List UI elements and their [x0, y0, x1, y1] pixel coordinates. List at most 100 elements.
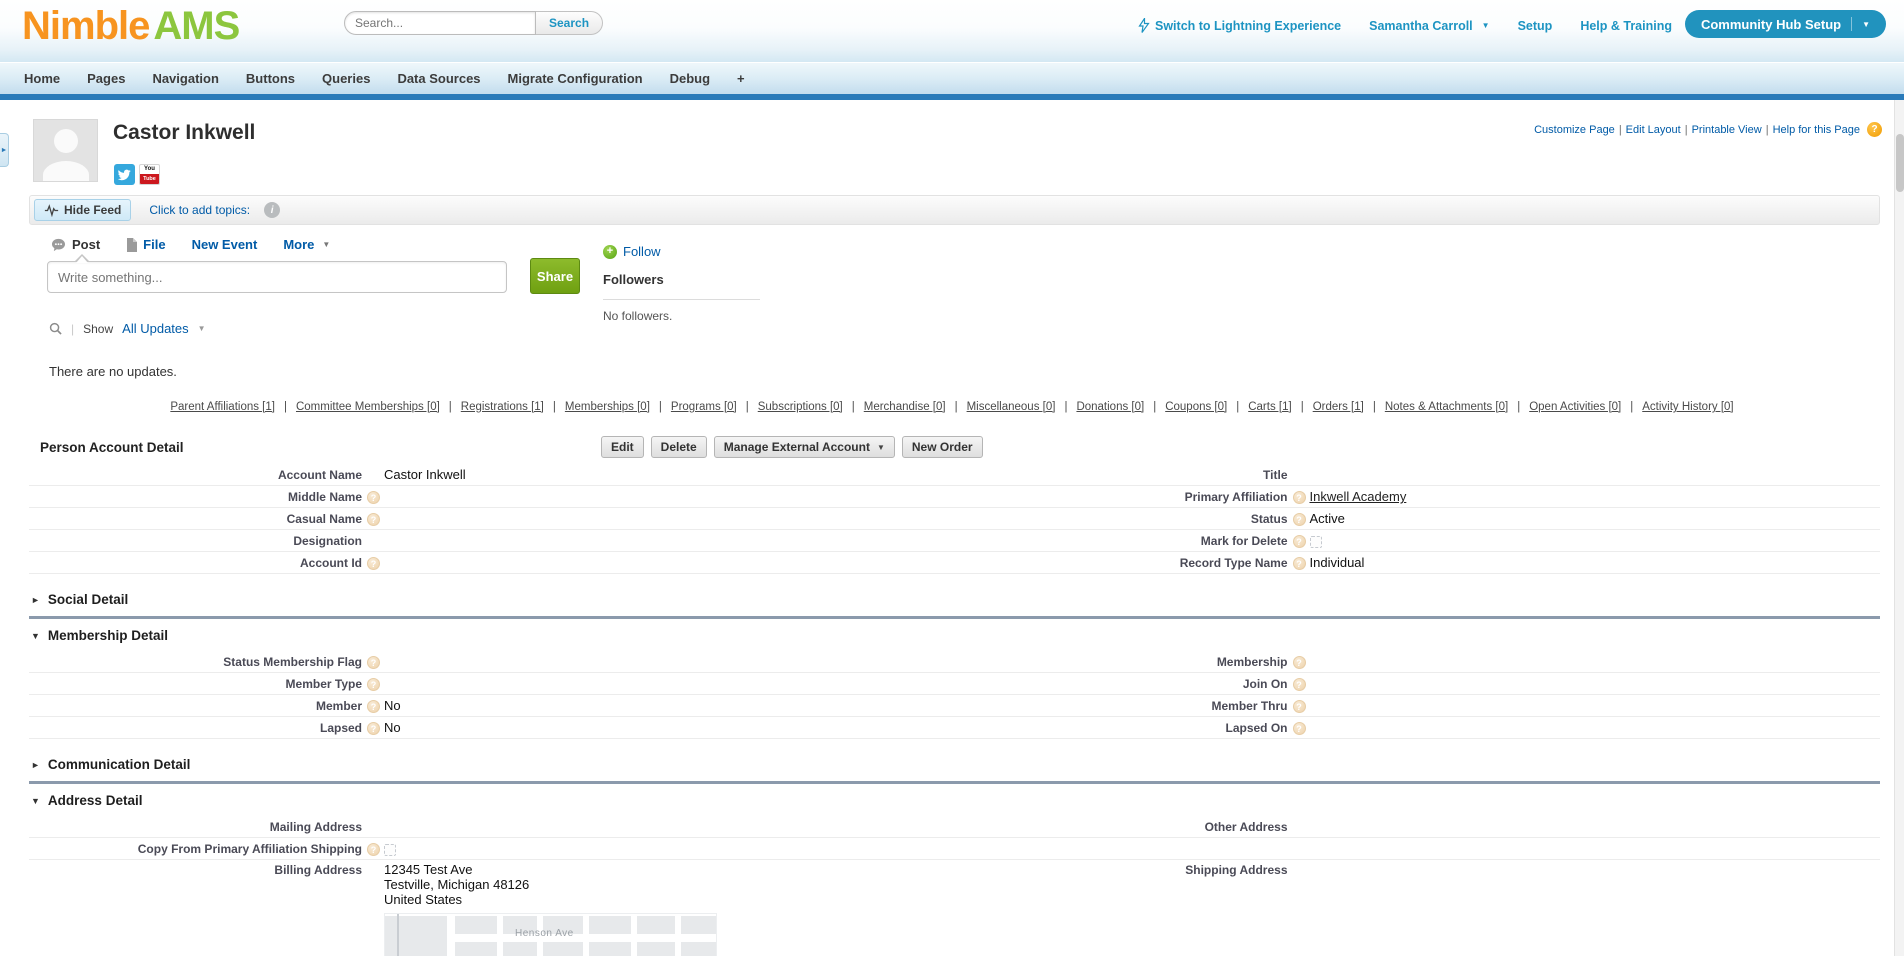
app-tab-pages[interactable]: Pages [87, 71, 125, 86]
section-header-social-detail[interactable]: ►Social Detail [31, 592, 1880, 607]
field-help-icon[interactable]: ? [367, 491, 380, 504]
field-help-icon[interactable]: ? [1293, 656, 1306, 669]
field-label-cell: Status? [955, 511, 1307, 527]
hide-feed-button[interactable]: Hide Feed [34, 199, 131, 221]
edit-button[interactable]: Edit [601, 436, 644, 458]
tab-new-event[interactable]: New Event [192, 237, 258, 252]
feed-filter-select[interactable]: All Updates [122, 321, 188, 336]
page-action-customize-page[interactable]: Customize Page [1534, 124, 1615, 136]
tab-file[interactable]: File [126, 237, 165, 252]
field-label-cell: Primary Affiliation? [955, 489, 1307, 505]
app-tab-buttons[interactable]: Buttons [246, 71, 295, 86]
scrollbar-thumb[interactable] [1896, 134, 1904, 192]
new-order-button[interactable]: New Order [902, 436, 983, 458]
field [955, 838, 1881, 859]
page-action-help-for-this-page[interactable]: Help for this Page [1773, 124, 1860, 136]
search-input[interactable] [344, 11, 536, 35]
user-menu[interactable]: Samantha Carroll ▼ [1369, 19, 1489, 33]
help-training-link[interactable]: Help & Training [1580, 19, 1672, 33]
share-button[interactable]: Share [530, 258, 580, 294]
sidebar-collapse-handle[interactable]: ► [0, 133, 9, 167]
delete-button[interactable]: Delete [651, 436, 707, 458]
vertical-scrollbar[interactable] [1894, 100, 1904, 956]
field-help-icon[interactable]: ? [1293, 722, 1306, 735]
header-links: Switch to Lightning Experience Samantha … [1138, 18, 1672, 33]
related-link-orders[interactable]: Orders [1] [1313, 401, 1364, 413]
tab-post[interactable]: Post [51, 237, 100, 252]
tab-more[interactable]: More ▼ [283, 237, 330, 252]
related-link-open-activities[interactable]: Open Activities [0] [1529, 401, 1621, 413]
separator: | [659, 401, 662, 413]
section-divider-bar [29, 616, 1880, 619]
related-link-miscellaneous[interactable]: Miscellaneous [0] [967, 401, 1056, 413]
related-link-parent-affiliations[interactable]: Parent Affiliations [1] [170, 401, 275, 413]
app-tab-queries[interactable]: Queries [322, 71, 370, 86]
detail-row: DesignationMark for Delete? [29, 530, 1880, 552]
app-tab-home[interactable]: Home [24, 71, 60, 86]
app-tab-debug[interactable]: Debug [670, 71, 710, 86]
youtube-icon[interactable]: You Tube [139, 164, 160, 185]
setup-link[interactable]: Setup [1518, 19, 1553, 33]
chevron-down-icon: ▼ [1862, 20, 1870, 29]
post-composer-input[interactable] [48, 262, 506, 292]
record-avatar[interactable] [33, 119, 98, 182]
app-tab-migrate-configuration[interactable]: Migrate Configuration [508, 71, 643, 86]
follow-link[interactable]: + Follow [603, 244, 760, 259]
help-slot: ? [362, 489, 381, 505]
section-header-communication-detail[interactable]: ►Communication Detail [31, 757, 1880, 772]
twitter-icon[interactable] [114, 164, 135, 185]
page-action-printable-view[interactable]: Printable View [1692, 124, 1762, 136]
related-link-registrations[interactable]: Registrations [1] [461, 401, 544, 413]
page-action-edit-layout[interactable]: Edit Layout [1626, 124, 1681, 136]
field-value [381, 517, 955, 521]
help-slot: ? [1288, 533, 1307, 549]
field-help-icon[interactable]: ? [367, 843, 380, 856]
billing-address-map[interactable]: Henson Ave [384, 913, 717, 956]
related-link-subscriptions[interactable]: Subscriptions [0] [758, 401, 843, 413]
field-help-icon[interactable]: ? [1293, 535, 1306, 548]
related-link-merchandise[interactable]: Merchandise [0] [864, 401, 946, 413]
related-link-programs[interactable]: Programs [0] [671, 401, 737, 413]
post-composer [47, 261, 507, 293]
field: Membership? [955, 651, 1881, 672]
app-tab-navigation[interactable]: Navigation [152, 71, 218, 86]
related-link-carts[interactable]: Carts [1] [1248, 401, 1291, 413]
avatar-silhouette-body [43, 161, 89, 182]
field-help-icon[interactable]: ? [367, 557, 380, 570]
section-header-membership-detail[interactable]: ▼Membership Detail [31, 628, 1880, 643]
field-label-cell: Lapsed? [29, 720, 381, 736]
community-hub-setup-button[interactable]: Community Hub Setup ▼ [1685, 10, 1886, 38]
field-value-link[interactable]: Inkwell Academy [1310, 489, 1407, 504]
map-block [455, 916, 497, 934]
field-help-icon[interactable]: ? [1293, 491, 1306, 504]
related-list-links: Parent Affiliations [1] | Committee Member… [0, 401, 1904, 413]
feed-header-bar: Hide Feed Click to add topics: i [29, 195, 1880, 225]
app-tab-[interactable]: + [737, 71, 745, 86]
app-tab-data-sources[interactable]: Data Sources [397, 71, 480, 86]
field-help-icon[interactable]: ? [367, 678, 380, 691]
section-header-address-detail[interactable]: ▼Address Detail [31, 793, 1880, 808]
related-link-activity-history[interactable]: Activity History [0] [1642, 401, 1733, 413]
info-icon[interactable]: i [264, 202, 280, 218]
field-help-icon[interactable]: ? [367, 722, 380, 735]
page-help-icon[interactable]: ? [1867, 122, 1882, 137]
manage-external-account-button[interactable]: Manage External Account▼ [714, 436, 895, 458]
section-title: Address Detail [48, 793, 143, 808]
related-link-coupons[interactable]: Coupons [0] [1165, 401, 1227, 413]
field-value [1307, 473, 1881, 477]
field-help-icon[interactable]: ? [1293, 700, 1306, 713]
field-help-icon[interactable]: ? [1293, 557, 1306, 570]
field-help-icon[interactable]: ? [367, 656, 380, 669]
add-topics-link[interactable]: Click to add topics: [149, 203, 250, 217]
switch-to-lightning-link[interactable]: Switch to Lightning Experience [1138, 18, 1341, 33]
search-button[interactable]: Search [536, 11, 603, 35]
field-help-icon[interactable]: ? [1293, 678, 1306, 691]
field-help-icon[interactable]: ? [367, 513, 380, 526]
related-link-memberships[interactable]: Memberships [0] [565, 401, 650, 413]
field-help-icon[interactable]: ? [1293, 513, 1306, 526]
related-link-committee-memberships[interactable]: Committee Memberships [0] [296, 401, 440, 413]
search-icon[interactable] [49, 322, 62, 335]
related-link-donations[interactable]: Donations [0] [1076, 401, 1144, 413]
field-help-icon[interactable]: ? [367, 700, 380, 713]
related-link-notes-attachments[interactable]: Notes & Attachments [0] [1385, 401, 1508, 413]
